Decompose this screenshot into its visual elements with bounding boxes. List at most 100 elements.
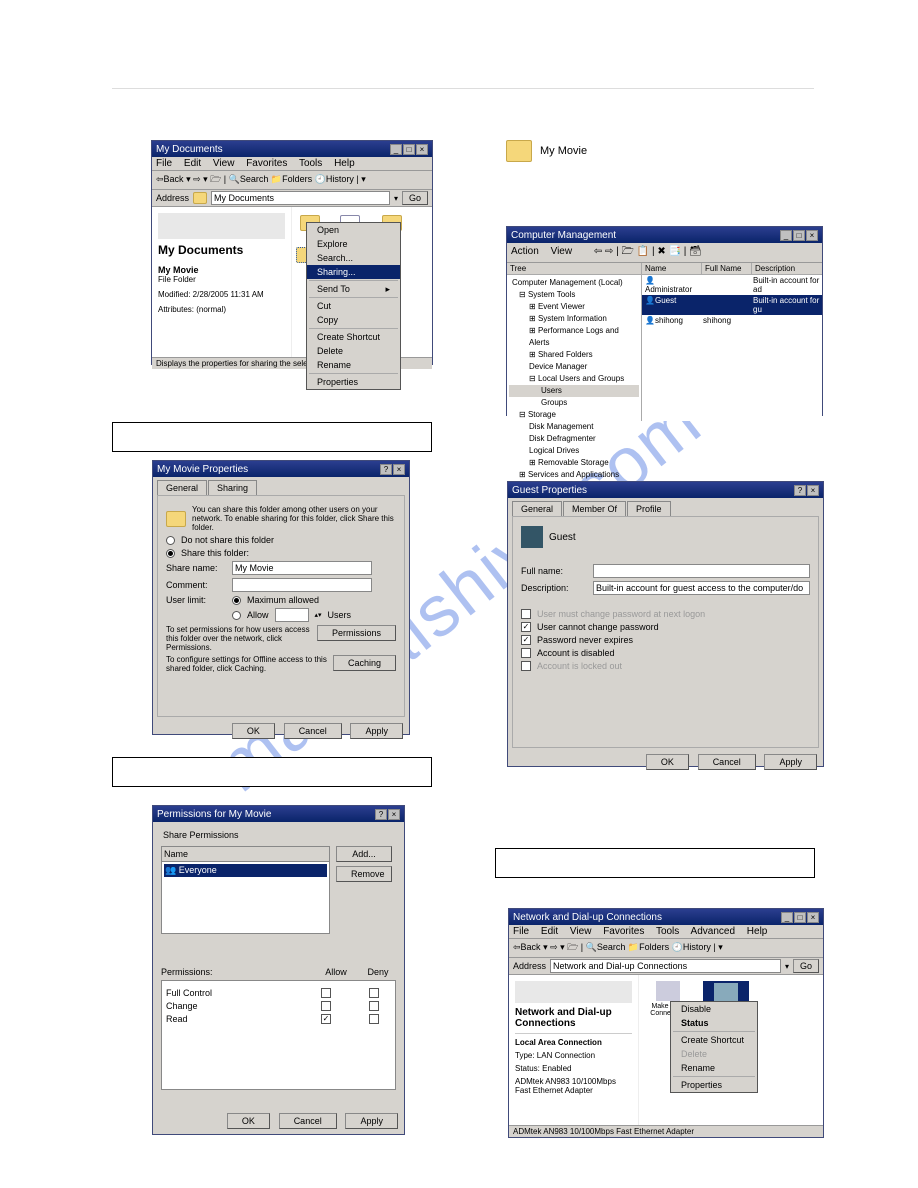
mi-properties[interactable]: Properties [671,1078,757,1092]
mi-sharing[interactable]: Sharing... [307,265,400,279]
ok-button[interactable]: OK [646,754,689,770]
permissions-button[interactable]: Permissions [317,625,396,641]
mi-sendto[interactable]: Send To▸ [307,282,400,296]
mi-copy[interactable]: Copy [307,313,400,327]
address-input[interactable] [211,191,390,205]
mi-cut[interactable]: Cut [307,299,400,313]
menu-view[interactable]: View [551,246,573,257]
mi-open[interactable]: Open [307,223,400,237]
remove-button[interactable]: Remove [336,866,392,882]
tree-view[interactable]: Computer Management (Local) ⊟ System Too… [507,275,641,483]
menu-tools[interactable]: Tools [656,926,679,937]
menu-favorites[interactable]: Favorites [603,926,644,937]
mi-delete[interactable]: Delete [307,344,400,358]
radio-share[interactable] [166,549,175,558]
mi-shortcut[interactable]: Create Shortcut [307,330,400,344]
mi-rename[interactable]: Rename [307,358,400,372]
deny-read[interactable] [369,1014,379,1024]
radio-max[interactable] [232,596,241,605]
folders-button[interactable]: Folders [282,174,312,184]
cb-neverexpires[interactable]: ✓ [521,635,531,645]
window-controls[interactable]: ?× [793,485,819,496]
allow-spinner[interactable] [275,608,309,622]
allow-change[interactable] [321,1001,331,1011]
cb-disabled[interactable] [521,648,531,658]
share-name-input[interactable] [232,561,372,575]
window-controls[interactable]: ?× [374,809,400,820]
user-row[interactable]: 👤AdministratorBuilt-in account for ad [642,275,822,295]
address-input[interactable] [550,959,781,973]
back-button[interactable]: Back [164,174,184,184]
menu-favorites[interactable]: Favorites [246,158,287,169]
desc-input[interactable] [593,581,810,595]
menu-edit[interactable]: Edit [184,158,201,169]
tab-memberof[interactable]: Member Of [563,501,626,516]
netconn-context-menu[interactable]: Disable Status Create Shortcut Delete Re… [670,1001,758,1093]
window-controls[interactable]: ?× [379,464,405,475]
apply-button[interactable]: Apply [764,754,817,770]
user-row-guest[interactable]: 👤GuestBuilt-in account for gu [642,295,822,315]
menu-view[interactable]: View [570,926,592,937]
menu-action[interactable]: Action [511,246,539,257]
search-button[interactable]: Search [597,942,626,952]
go-button[interactable]: Go [793,959,819,973]
apply-button[interactable]: Apply [345,1113,398,1129]
cancel-button[interactable]: Cancel [698,754,756,770]
apply-button[interactable]: Apply [350,723,403,739]
caching-button[interactable]: Caching [333,655,396,671]
cb-cannotchange[interactable]: ✓ [521,622,531,632]
menu-tools[interactable]: Tools [299,158,322,169]
tab-sharing[interactable]: Sharing [208,480,257,495]
comment-input[interactable] [232,578,372,592]
mi-status[interactable]: Status [671,1016,757,1030]
menu-view[interactable]: View [213,158,235,169]
context-menu[interactable]: Open Explore Search... Sharing... Send T… [306,222,401,390]
ok-button[interactable]: OK [232,723,275,739]
window-controls[interactable]: _□× [779,230,818,241]
mymovie-item[interactable]: My Movie [506,140,587,162]
mi-delete[interactable]: Delete [671,1047,757,1061]
add-button[interactable]: Add... [336,846,392,862]
menu-help[interactable]: Help [334,158,355,169]
fullname-input[interactable] [593,564,810,578]
menu-file[interactable]: File [513,926,529,937]
window-controls[interactable]: _□× [389,144,428,155]
folders-button[interactable]: Folders [639,942,669,952]
col-fullname[interactable]: Full Name [702,263,752,274]
menu-advanced[interactable]: Advanced [691,926,735,937]
cancel-button[interactable]: Cancel [279,1113,337,1129]
go-button[interactable]: Go [402,191,428,205]
search-button[interactable]: Search [240,174,269,184]
cancel-button[interactable]: Cancel [284,723,342,739]
explorer-menubar[interactable]: File Edit View Favorites Tools Help [152,157,432,171]
mi-disable[interactable]: Disable [671,1002,757,1016]
mi-shortcut[interactable]: Create Shortcut [671,1033,757,1047]
col-desc[interactable]: Description [752,263,822,274]
radio-allow[interactable] [232,611,241,620]
tab-general[interactable]: General [512,501,562,516]
col-name[interactable]: Name [642,263,702,274]
mi-rename[interactable]: Rename [671,1061,757,1075]
radio-noshare[interactable] [166,536,175,545]
allow-full[interactable] [321,988,331,998]
allow-read[interactable]: ✓ [321,1014,331,1024]
mi-search[interactable]: Search... [307,251,400,265]
user-row[interactable]: 👤shihongshihong [642,315,822,326]
mi-properties[interactable]: Properties [307,375,400,389]
ok-button[interactable]: OK [227,1113,270,1129]
explorer-toolbar[interactable]: ⇦Back ▾ ⇨ ▾ 🗁 | 🔍Search 📁Folders 🕘Histor… [152,171,432,190]
window-controls[interactable]: _□× [780,912,819,923]
back-button[interactable]: Back [521,942,541,952]
menu-file[interactable]: File [156,158,172,169]
history-button[interactable]: History [683,942,711,952]
address-bar[interactable]: Address ▾ Go [152,190,432,207]
deny-full[interactable] [369,988,379,998]
deny-change[interactable] [369,1001,379,1011]
mi-explore[interactable]: Explore [307,237,400,251]
tab-general[interactable]: General [157,480,207,495]
history-button[interactable]: History [326,174,354,184]
menu-help[interactable]: Help [747,926,768,937]
tab-profile[interactable]: Profile [627,501,671,516]
everyone-row[interactable]: 👥 Everyone [164,864,327,877]
menu-edit[interactable]: Edit [541,926,558,937]
